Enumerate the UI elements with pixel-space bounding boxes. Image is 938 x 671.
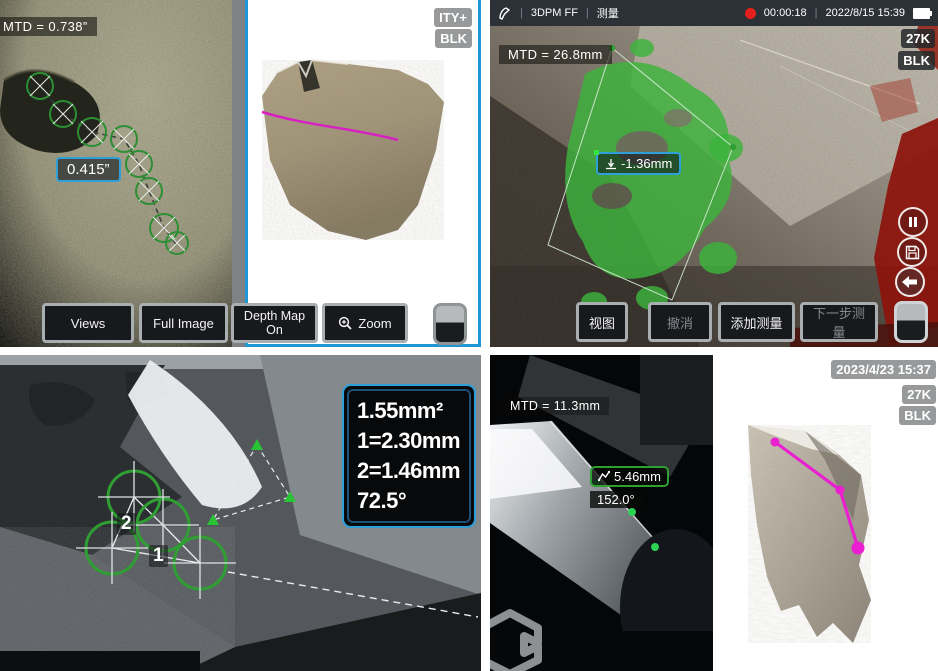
separator: | bbox=[815, 7, 818, 19]
views-button[interactable]: 视图 bbox=[576, 302, 628, 342]
mtd-label: MTD = 26.8mm bbox=[499, 45, 612, 64]
pane-gutter bbox=[232, 0, 245, 347]
next-measurement-button-label: 下一步测量 bbox=[809, 303, 869, 341]
point-cloud-fragment bbox=[248, 0, 478, 344]
record-time: 00:00:18 bbox=[764, 7, 807, 19]
views-button[interactable]: Views bbox=[42, 303, 134, 343]
magnifier-icon bbox=[338, 316, 352, 330]
measurement-results-inner: 1.55mm² 1=2.30mm 2=1.46mm 72.5° bbox=[347, 389, 471, 523]
screen-toggle-button[interactable] bbox=[894, 301, 928, 343]
quadrant-edge-measurement: MTD = 11.3mm 5.46mm 152.0° 2023/4/23 15:… bbox=[490, 355, 938, 671]
add-measurement-button[interactable]: 添加测量 bbox=[718, 302, 795, 342]
area-result: 1.55mm² bbox=[357, 396, 461, 426]
zoom-button[interactable]: Zoom bbox=[322, 303, 408, 343]
image-quality-badge: 27K bbox=[902, 385, 936, 404]
depth-map-button-label: Depth Map On bbox=[240, 309, 309, 337]
quadrant-area-measurement: 2 1 1.55mm² 1=2.30mm 2=1.46mm 72.5° bbox=[0, 355, 481, 671]
undo-button-label: 撤消 bbox=[667, 313, 693, 332]
back-arrow-icon bbox=[902, 276, 918, 288]
point-cloud-pane bbox=[248, 0, 481, 347]
label-anchor-dot bbox=[594, 150, 599, 155]
next-measurement-button[interactable]: 下一步测量 bbox=[800, 302, 878, 342]
angle-value-label: 152.0° bbox=[590, 491, 642, 508]
full-image-button-label: Full Image bbox=[153, 316, 214, 331]
screen-toggle-button[interactable] bbox=[433, 303, 467, 345]
measurement-results-box: 1.55mm² 1=2.30mm 2=1.46mm 72.5° bbox=[342, 384, 476, 528]
battery-icon bbox=[913, 8, 930, 19]
color-mode-badge: BLK bbox=[899, 406, 936, 425]
measure-tab[interactable]: 测量 bbox=[597, 5, 619, 21]
system-badges: 27K BLK bbox=[899, 385, 936, 425]
cursor-label-2: 2 bbox=[117, 513, 136, 535]
length-value-text: 5.46mm bbox=[614, 469, 661, 484]
quadrant-3dpm-measurement: | 3DPM FF | 测量 00:00:18 | 2022/8/15 15:3… bbox=[490, 0, 938, 347]
back-button[interactable] bbox=[895, 267, 925, 297]
probe-logo-icon bbox=[498, 6, 512, 20]
length-result-1: 1=2.30mm bbox=[357, 426, 461, 456]
separator: | bbox=[586, 7, 589, 19]
status-bar: | 3DPM FF | 测量 00:00:18 | 2022/8/15 15:3… bbox=[490, 0, 938, 26]
pause-icon bbox=[907, 216, 919, 228]
depth-value-text: -1.36mm bbox=[621, 156, 672, 171]
depth-measure-icon bbox=[605, 158, 617, 170]
system-badges: ITY+ BLK bbox=[434, 8, 472, 48]
save-button[interactable] bbox=[897, 237, 927, 267]
mode-label: 3DPM FF bbox=[531, 7, 578, 19]
zoom-button-label: Zoom bbox=[358, 316, 391, 331]
color-mode-badge: BLK bbox=[898, 51, 935, 70]
length-value-label[interactable]: 5.46mm bbox=[590, 466, 669, 487]
datetime-badge: 2023/4/23 15:37 bbox=[831, 360, 936, 379]
length-result-2: 2=1.46mm bbox=[357, 456, 461, 486]
color-mode-badge: BLK bbox=[435, 29, 472, 48]
datetime-label: 2022/8/15 15:39 bbox=[825, 7, 905, 19]
polyline-measure-icon bbox=[598, 471, 610, 482]
quadrant-length-measurement: MTD = 0.738” 0.415” ITY+ BLK Views Full … bbox=[0, 0, 481, 347]
cursor-label-1: 1 bbox=[149, 545, 168, 567]
full-image-button[interactable]: Full Image bbox=[139, 303, 228, 343]
separator: | bbox=[520, 7, 523, 19]
depth-value-label[interactable]: -1.36mm bbox=[596, 152, 681, 175]
views-button-label: 视图 bbox=[589, 313, 615, 332]
measurement-screens-collage: MTD = 0.738” 0.415” ITY+ BLK Views Full … bbox=[0, 0, 938, 671]
image-quality-badge: ITY+ bbox=[434, 8, 472, 27]
mtd-label: MTD = 0.738” bbox=[0, 17, 97, 36]
depth-map-button[interactable]: Depth Map On bbox=[231, 303, 318, 343]
record-indicator-icon bbox=[745, 8, 756, 19]
image-quality-badge: 27K bbox=[901, 29, 935, 48]
undo-button[interactable]: 撤消 bbox=[648, 302, 712, 342]
system-badges: 27K BLK bbox=[898, 29, 935, 70]
measurement-value-label[interactable]: 0.415” bbox=[56, 157, 121, 182]
views-button-label: Views bbox=[71, 316, 105, 331]
add-measurement-button-label: 添加测量 bbox=[730, 313, 782, 332]
angle-result: 72.5° bbox=[357, 486, 461, 516]
save-icon bbox=[905, 245, 920, 260]
mtd-label: MTD = 11.3mm bbox=[501, 397, 609, 415]
camera-image bbox=[490, 26, 938, 347]
pause-button[interactable] bbox=[898, 207, 928, 237]
